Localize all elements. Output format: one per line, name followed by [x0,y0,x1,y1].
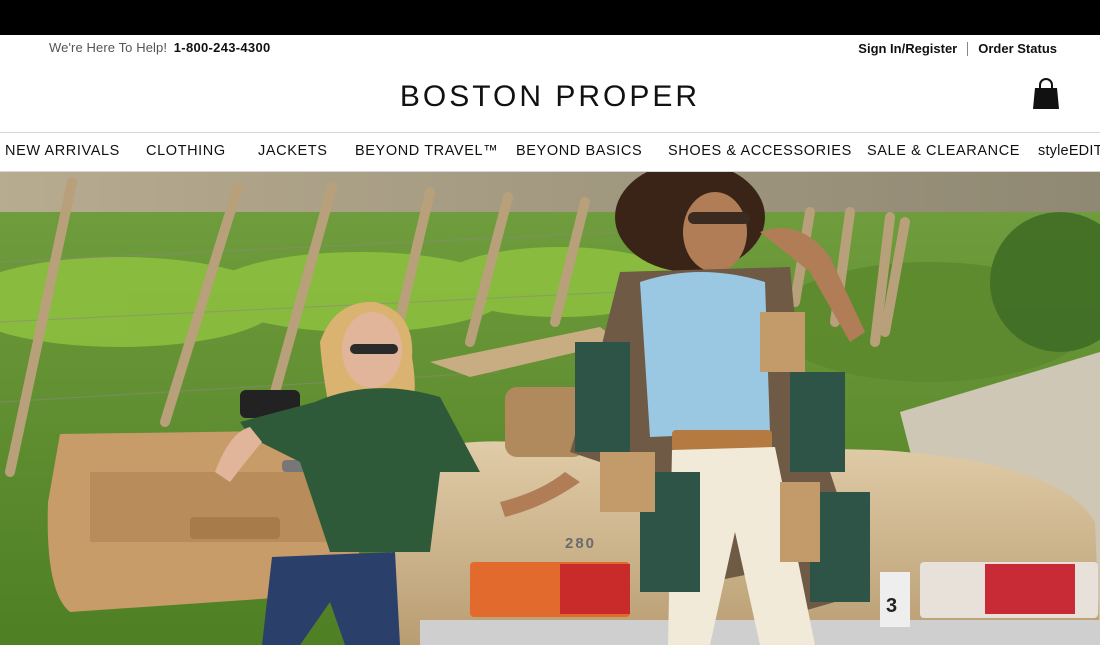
help-contact: We're Here To Help! 1-800-243-4300 [49,40,271,55]
hero-image: 280 3 [0,172,1100,645]
nav-shoes-accessories[interactable]: SHOES & ACCESSORIES [668,143,852,159]
nav-beyond-basics[interactable]: BEYOND BASICS [516,143,642,159]
phone-number[interactable]: 1-800-243-4300 [174,40,271,55]
nav-beyond-travel[interactable]: BEYOND TRAVEL™ [355,143,498,159]
hero-banner[interactable]: 280 3 [0,172,1100,645]
shopping-bag-icon[interactable] [1032,78,1060,110]
nav-new-arrivals[interactable]: NEW ARRIVALS [5,143,120,159]
utility-bar: We're Here To Help! 1-800-243-4300 Sign … [0,35,1100,63]
order-status-link[interactable]: Order Status [978,41,1057,56]
car-badge: 280 [565,535,596,552]
nav-style-edit[interactable]: styleEDIT [1038,143,1100,159]
nav-clothing[interactable]: CLOTHING [146,143,226,159]
link-separator [967,41,969,56]
nav-jackets[interactable]: JACKETS [258,143,327,159]
license-plate: 3 [886,595,897,617]
main-nav: NEW ARRIVALS CLOTHING JACKETS BEYOND TRA… [0,132,1100,172]
help-text: We're Here To Help! [49,40,168,55]
promo-bar [0,0,1100,35]
brand-logo[interactable]: BOSTON PROPER [0,80,1100,114]
sign-in-register-link[interactable]: Sign In/Register [858,41,957,56]
account-links: Sign In/Register Order Status [858,41,1057,56]
nav-sale-clearance[interactable]: SALE & CLEARANCE [867,143,1020,159]
